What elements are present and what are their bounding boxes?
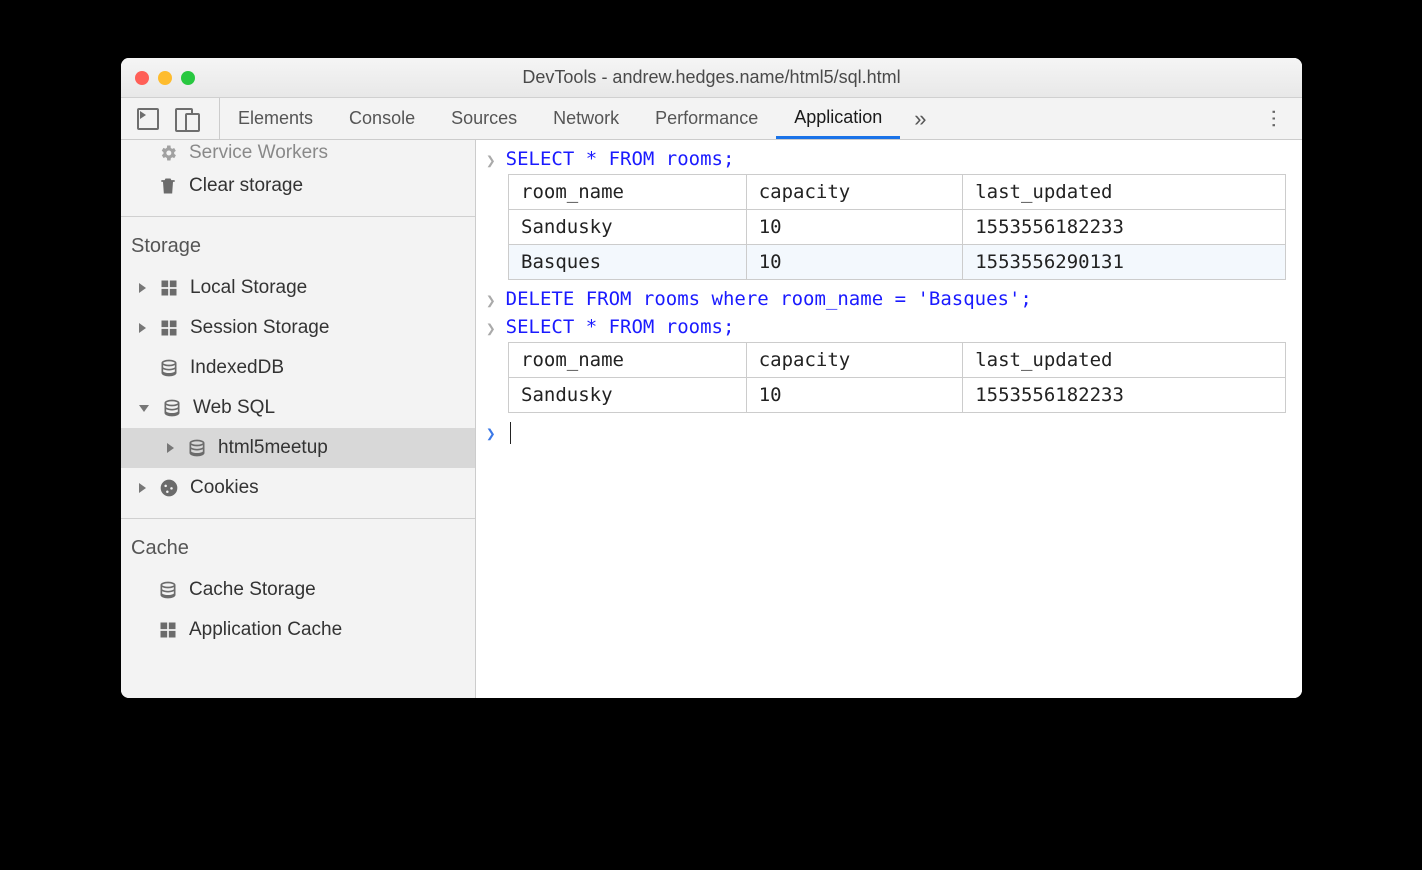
prompt-icon: ❯ <box>486 288 496 310</box>
sql-text: DELETE FROM rooms where room_name = 'Bas… <box>506 288 1032 310</box>
more-tabs-button[interactable]: » <box>900 106 940 132</box>
table-row[interactable]: Sandusky101553556182233 <box>509 378 1286 413</box>
collapse-icon <box>139 405 149 412</box>
table-header: room_name <box>509 343 747 378</box>
table-cell: Basques <box>509 245 747 280</box>
database-icon <box>158 358 180 378</box>
zoom-window-button[interactable] <box>181 71 195 85</box>
sql-result-table: room_namecapacitylast_updatedSandusky101… <box>508 342 1286 413</box>
sql-query-line: ❯ SELECT * FROM rooms; <box>476 146 1302 174</box>
expand-icon <box>139 483 146 493</box>
sidebar-item-web-sql[interactable]: Web SQL <box>121 388 475 428</box>
sql-input[interactable] <box>506 421 511 444</box>
sidebar-item-label: Web SQL <box>193 397 275 419</box>
sidebar-item-label: Session Storage <box>190 317 329 339</box>
database-icon <box>186 438 208 458</box>
table-row[interactable]: Sandusky101553556182233 <box>509 210 1286 245</box>
close-window-button[interactable] <box>135 71 149 85</box>
device-toolbar-icon[interactable] <box>175 108 203 130</box>
sidebar-item-label: Clear storage <box>189 175 303 197</box>
table-cell: 1553556290131 <box>963 245 1286 280</box>
table-cell: 10 <box>746 378 962 413</box>
sidebar-item-label: Local Storage <box>190 277 307 299</box>
window-controls <box>121 71 195 85</box>
expand-icon <box>139 323 146 333</box>
sidebar-item-indexeddb[interactable]: IndexedDB <box>121 348 475 388</box>
sidebar-item-cache-storage[interactable]: Cache Storage <box>121 570 475 610</box>
database-icon <box>161 398 183 418</box>
table-header: last_updated <box>963 175 1286 210</box>
table-header: capacity <box>746 343 962 378</box>
sql-input-line[interactable]: ❯ <box>476 419 1302 448</box>
database-icon <box>157 580 179 600</box>
sidebar-item-local-storage[interactable]: Local Storage <box>121 268 475 308</box>
sidebar-group-cache: Cache <box>121 519 475 570</box>
window-title: DevTools - andrew.hedges.name/html5/sql.… <box>121 67 1302 88</box>
sidebar-item-label: Cache Storage <box>189 579 316 601</box>
grid-icon <box>158 278 180 298</box>
tab-elements[interactable]: Elements <box>220 98 331 139</box>
titlebar: DevTools - andrew.hedges.name/html5/sql.… <box>121 58 1302 98</box>
sql-text: SELECT * FROM rooms; <box>506 148 735 170</box>
prompt-icon: ❯ <box>486 148 496 170</box>
sidebar-item-clear-storage[interactable]: Clear storage <box>121 166 475 206</box>
sql-query-line: ❯ SELECT * FROM rooms; <box>476 314 1302 342</box>
table-header: room_name <box>509 175 747 210</box>
table-cell: Sandusky <box>509 210 747 245</box>
sidebar-item-label: Application Cache <box>189 619 342 641</box>
trash-icon <box>157 176 179 196</box>
table-cell: 1553556182233 <box>963 378 1286 413</box>
table-row[interactable]: Basques101553556290131 <box>509 245 1286 280</box>
gear-icon <box>157 143 179 163</box>
sidebar-item-cookies[interactable]: Cookies <box>121 468 475 508</box>
sidebar-item-label: Service Workers <box>189 142 328 164</box>
sidebar-item-application-cache[interactable]: Application Cache <box>121 610 475 650</box>
cookie-icon <box>158 478 180 498</box>
minimize-window-button[interactable] <box>158 71 172 85</box>
table-header: last_updated <box>963 343 1286 378</box>
sidebar-group-storage: Storage <box>121 217 475 268</box>
sidebar-item-label: Cookies <box>190 477 259 499</box>
table-cell: Sandusky <box>509 378 747 413</box>
tab-console[interactable]: Console <box>331 98 433 139</box>
table-cell: 1553556182233 <box>963 210 1286 245</box>
content-area: Service Workers Clear storage Storage Lo… <box>121 140 1302 698</box>
sql-console[interactable]: ❯SELECT * FROM rooms;room_namecapacityla… <box>476 140 1302 698</box>
expand-icon <box>167 443 174 453</box>
table-cell: 10 <box>746 245 962 280</box>
sidebar-item-service-workers[interactable]: Service Workers <box>121 140 475 166</box>
tab-sources[interactable]: Sources <box>433 98 535 139</box>
inspect-element-icon[interactable] <box>137 108 159 130</box>
application-sidebar: Service Workers Clear storage Storage Lo… <box>121 140 476 698</box>
sidebar-item-label: html5meetup <box>218 437 328 459</box>
table-header: capacity <box>746 175 962 210</box>
devtools-window: DevTools - andrew.hedges.name/html5/sql.… <box>121 58 1302 698</box>
sidebar-item-label: IndexedDB <box>190 357 284 379</box>
toolbar-icons <box>121 98 220 139</box>
table-cell: 10 <box>746 210 962 245</box>
sql-query-line: ❯ DELETE FROM rooms where room_name = 'Ba… <box>476 286 1302 314</box>
tab-network[interactable]: Network <box>535 98 637 139</box>
sidebar-item-html5meetup[interactable]: html5meetup <box>121 428 475 468</box>
prompt-icon: ❯ <box>486 421 496 443</box>
sql-result-table: room_namecapacitylast_updatedSandusky101… <box>508 174 1286 280</box>
tab-performance[interactable]: Performance <box>637 98 776 139</box>
devtools-tabbar: Elements Console Sources Network Perform… <box>121 98 1302 140</box>
prompt-icon: ❯ <box>486 316 496 338</box>
sql-text: SELECT * FROM rooms; <box>506 316 735 338</box>
tab-application[interactable]: Application <box>776 98 900 139</box>
settings-menu-button[interactable]: ⋯ <box>1246 106 1302 131</box>
sidebar-item-session-storage[interactable]: Session Storage <box>121 308 475 348</box>
panel-tabs: Elements Console Sources Network Perform… <box>220 98 900 139</box>
expand-icon <box>139 283 146 293</box>
grid-icon <box>157 620 179 640</box>
grid-icon <box>158 318 180 338</box>
